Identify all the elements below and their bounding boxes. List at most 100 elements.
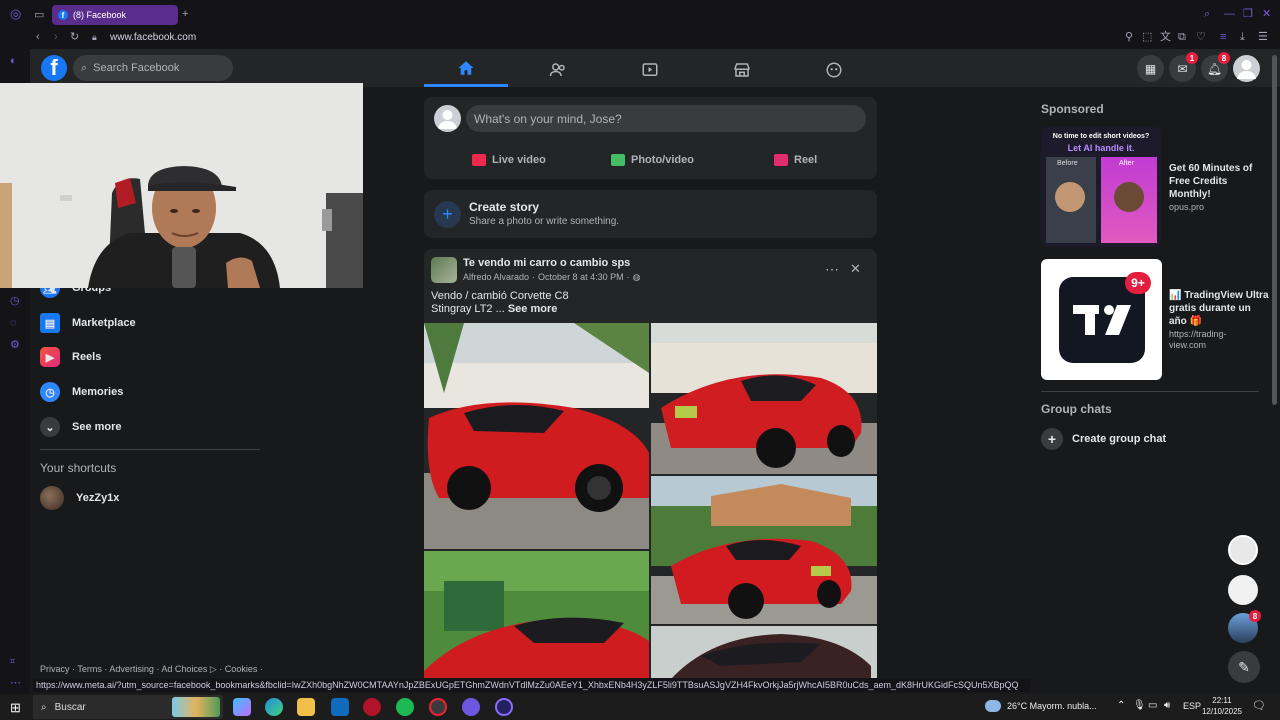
corvette-rear-image xyxy=(651,323,877,474)
photo-video-button[interactable]: Photo/video xyxy=(611,150,694,170)
divider xyxy=(1041,391,1259,392)
new-tab-plus-icon[interactable]: + xyxy=(182,8,188,20)
composer-input[interactable]: What's on your mind, Jose? xyxy=(466,105,866,132)
snapshot-icon[interactable]: ⬚ xyxy=(1142,31,1152,43)
see-more-link[interactable]: See more xyxy=(508,303,558,315)
notification-center-icon[interactable]: 🗨︎ xyxy=(1252,699,1266,712)
network-icon[interactable]: ▭ xyxy=(1148,700,1157,711)
corvette-top-image xyxy=(651,626,877,679)
pin-icon[interactable]: ⚲ xyxy=(1125,31,1133,43)
group-avatar[interactable] xyxy=(431,257,457,283)
file-explorer-icon[interactable] xyxy=(297,698,315,716)
outlook-icon[interactable] xyxy=(331,698,349,716)
tab-facebook[interactable]: f (8) Facebook xyxy=(52,5,178,25)
post-group-name[interactable]: Te vendo mi carro o cambio sps xyxy=(463,257,630,269)
post-photo-4[interactable] xyxy=(424,551,649,679)
divider xyxy=(40,449,260,450)
footer-links[interactable]: Privacy · Terms · Advertising · Ad Choic… xyxy=(40,664,263,675)
grid-icon: ▦ xyxy=(1144,61,1157,76)
new-message-button[interactable]: ✎ xyxy=(1228,651,1260,683)
opera-gx-icon[interactable] xyxy=(495,698,513,716)
sidebar-item-memories[interactable]: ◷ Memories xyxy=(40,377,123,407)
tab-friends[interactable] xyxy=(516,52,600,87)
chevron-down-icon: ⌄ xyxy=(40,417,60,437)
ad2-title[interactable]: 📊 TradingView Ultra gratis durante un añ… xyxy=(1169,289,1269,328)
opera-logo-icon[interactable]: ◎ xyxy=(10,7,21,20)
avatar-silhouette-icon xyxy=(438,110,457,129)
workspaces-icon[interactable]: ▭ xyxy=(34,9,44,21)
edge-icon[interactable] xyxy=(265,698,283,716)
chat-head-2[interactable] xyxy=(1228,575,1258,605)
more-options-icon[interactable]: ⋯ xyxy=(825,261,839,278)
sidebar-settings-icon[interactable]: ⚙ xyxy=(10,339,20,351)
weather-text[interactable]: 26°C Mayorm. nubla... xyxy=(1007,701,1097,711)
url-field[interactable]: www.facebook.com xyxy=(110,32,196,44)
search-input[interactable]: ⌕ Search Facebook xyxy=(73,55,233,81)
language-indicator[interactable]: ESP xyxy=(1183,701,1201,711)
tab-home[interactable] xyxy=(424,52,508,87)
post-date[interactable]: October 8 at 4:30 PM xyxy=(538,272,624,283)
avatar[interactable] xyxy=(434,105,461,132)
sidebar-item-marketplace[interactable]: ▤ Marketplace xyxy=(40,308,136,338)
ad1-after-label: After xyxy=(1119,160,1134,167)
ad2-image[interactable]: 9+ xyxy=(1041,259,1162,380)
shortcut-item-yezzy1x[interactable]: YezZy1x xyxy=(40,483,119,513)
live-video-icon xyxy=(472,154,486,166)
windows-start-icon[interactable]: ⊞ xyxy=(10,700,21,716)
sidebar-item-label: Memories xyxy=(72,386,124,398)
heart-icon[interactable]: ♡ xyxy=(1196,31,1206,43)
close-window-icon[interactable]: ✕ xyxy=(1262,8,1271,20)
corvette-garden-image xyxy=(651,476,877,624)
post-photo-1[interactable] xyxy=(424,323,649,549)
account-avatar[interactable] xyxy=(1233,55,1260,82)
post-author[interactable]: Alfredo Alvarado xyxy=(463,272,529,283)
create-group-chat-button[interactable]: + Create group chat xyxy=(1041,427,1166,451)
sidebar-aria-icon[interactable]: ◐ xyxy=(10,55,17,67)
live-video-button[interactable]: Live video xyxy=(472,150,546,170)
app-icon[interactable] xyxy=(429,698,447,716)
tray-chevron-icon[interactable]: ⌃ xyxy=(1117,700,1125,711)
post-photo-3[interactable] xyxy=(651,476,877,624)
menu-icon[interactable]: ☰ xyxy=(1258,31,1268,43)
maximize-icon[interactable]: ❐ xyxy=(1243,8,1253,20)
volume-icon[interactable]: 🔊︎ xyxy=(1164,700,1170,711)
create-story-card[interactable] xyxy=(424,190,877,238)
spotify-icon[interactable] xyxy=(396,698,414,716)
page-scrollbar[interactable] xyxy=(1272,55,1277,405)
post-photo-5[interactable] xyxy=(651,626,877,679)
menu-grid-button[interactable]: ▦ xyxy=(1137,55,1164,82)
ad1-title[interactable]: Get 60 Minutes of Free Credits Monthly! xyxy=(1169,162,1269,201)
sidebar-history-icon[interactable]: ◷ xyxy=(10,295,20,307)
download-icon[interactable]: ⤓ xyxy=(1240,31,1245,43)
sidebar-item-reels[interactable]: ▶ Reels xyxy=(40,342,101,372)
back-icon[interactable]: ‹ xyxy=(36,31,40,43)
easy-setup-icon[interactable]: ≡ xyxy=(1220,31,1226,43)
extensions-icon[interactable]: ⧉ xyxy=(1178,31,1186,43)
copilot-icon[interactable] xyxy=(233,698,251,716)
tab-watch[interactable] xyxy=(608,52,692,87)
reload-icon[interactable]: ↻ xyxy=(70,31,79,43)
tab-gaming[interactable] xyxy=(792,52,876,87)
chat-head-1[interactable] xyxy=(1228,535,1258,565)
sidebar-item-see-more[interactable]: ⌄ See more xyxy=(40,412,122,442)
sidebar-more-icon[interactable]: ⋯ xyxy=(10,677,21,689)
weather-cloud-icon xyxy=(985,700,1001,712)
clock[interactable]: 22:11 12/10/2025 xyxy=(1200,695,1244,717)
tab-marketplace[interactable] xyxy=(700,52,784,87)
forward-icon[interactable]: › xyxy=(54,31,58,43)
minimize-icon[interactable]: — xyxy=(1224,8,1235,20)
discord-icon[interactable] xyxy=(462,698,480,716)
close-icon[interactable]: ✕ xyxy=(850,261,861,277)
microphone-icon[interactable]: 🎙︎ xyxy=(1133,700,1146,711)
translate-icon[interactable]: 文 xyxy=(1160,31,1171,43)
facebook-logo[interactable]: f xyxy=(41,55,67,81)
search-placeholder: Search Facebook xyxy=(93,62,180,74)
sidebar-messenger-icon[interactable]: ◌ xyxy=(10,317,17,329)
reel-button[interactable]: Reel xyxy=(774,150,817,170)
sidebar-extensions-icon[interactable]: ⌗ xyxy=(10,655,15,667)
tab-title: (8) Facebook xyxy=(73,10,127,20)
opera-icon[interactable] xyxy=(363,698,381,716)
ad1-image[interactable]: No time to edit short videos? Let AI han… xyxy=(1041,127,1161,247)
post-photo-2[interactable] xyxy=(651,323,877,474)
search-tabs-icon[interactable]: ⌕ xyxy=(1204,8,1210,20)
